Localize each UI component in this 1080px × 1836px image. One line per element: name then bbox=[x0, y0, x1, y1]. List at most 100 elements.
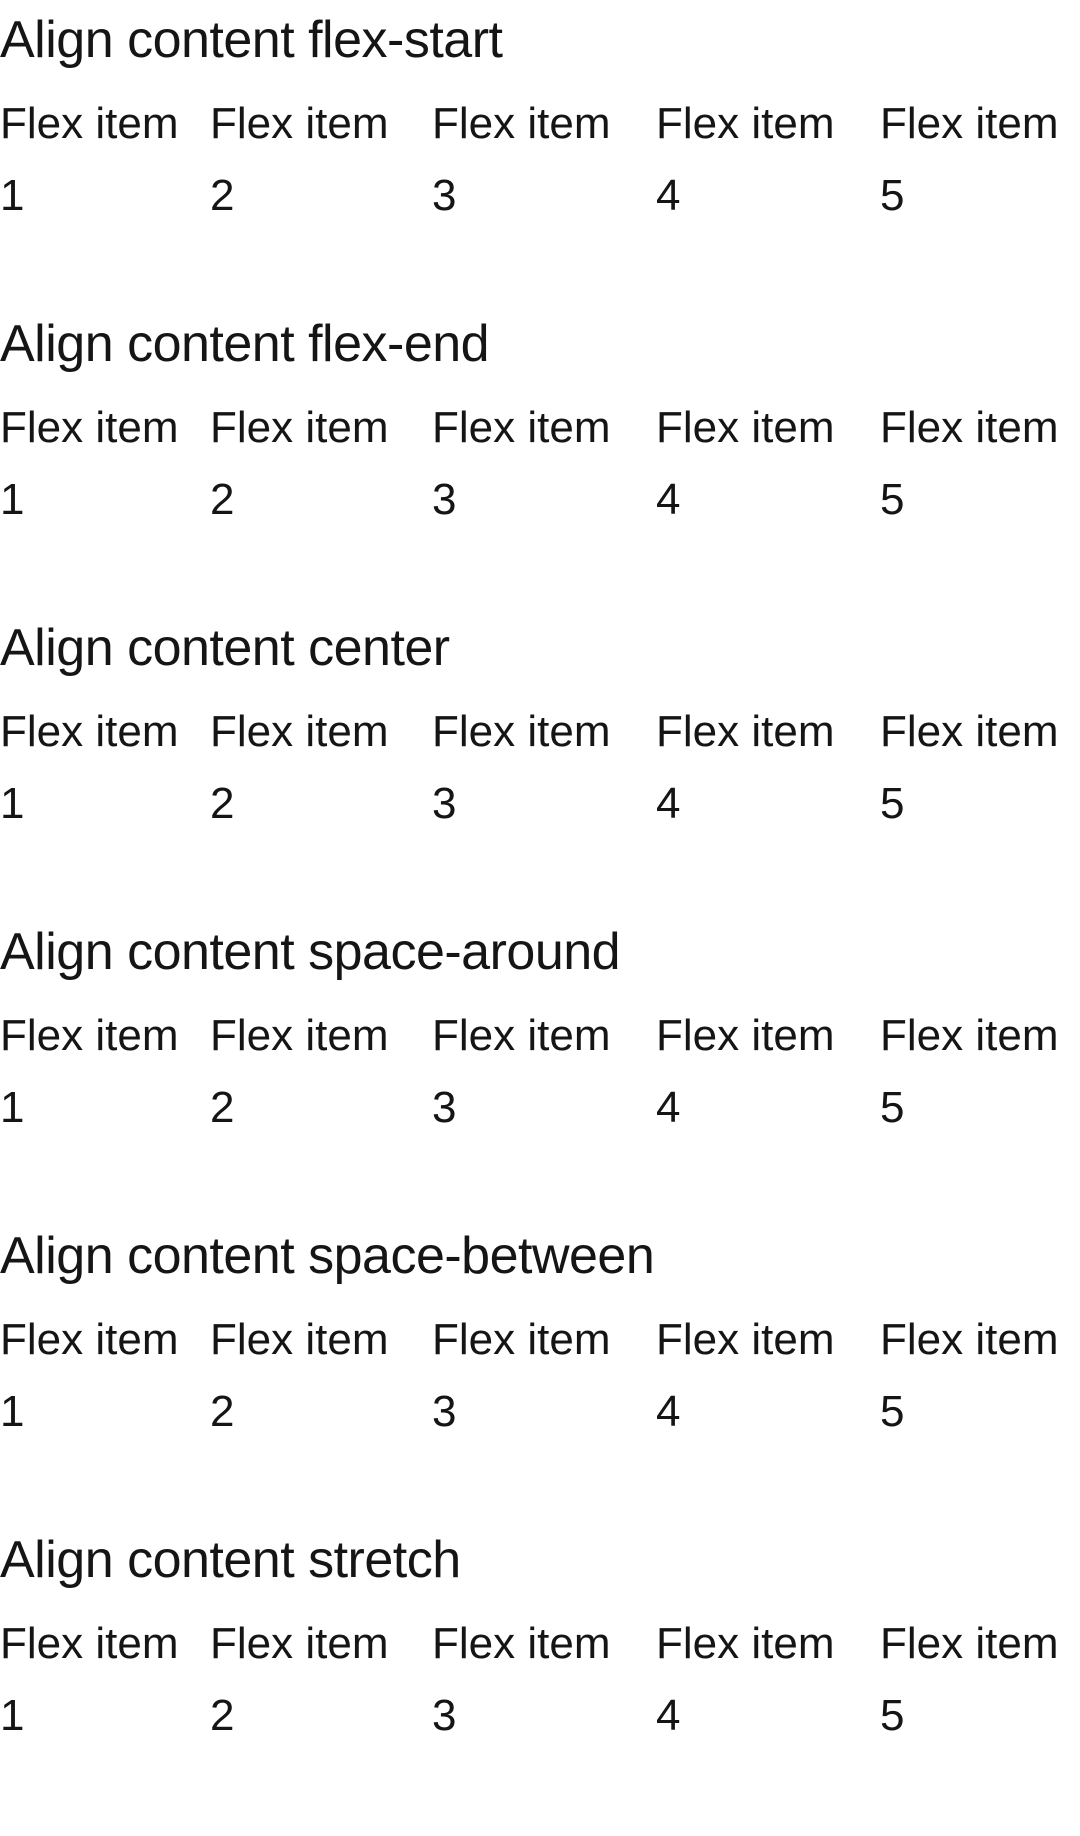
flex-item-label: Flex item bbox=[656, 1315, 835, 1364]
flex-item: Flex item 2 bbox=[210, 392, 420, 536]
flex-item: Flex item 3 bbox=[432, 1304, 642, 1448]
flex-item-number: 4 bbox=[656, 1083, 681, 1132]
flex-item-label: Flex item bbox=[880, 1315, 1059, 1364]
flex-item-label: Flex item bbox=[432, 1315, 611, 1364]
flex-item: Flex item 3 bbox=[432, 88, 642, 232]
flex-item-number: 3 bbox=[432, 1691, 457, 1740]
section-align-content-space-between: Align content space-between Flex item 1 F… bbox=[0, 1216, 1080, 1446]
section-title: Align content flex-end bbox=[0, 315, 490, 373]
flex-item-label: Flex item bbox=[0, 1619, 179, 1668]
flex-item: Flex item 5 bbox=[880, 1608, 1080, 1752]
flex-item: Flex item 1 bbox=[0, 1304, 210, 1448]
flex-container: Flex item 1 Flex item 2 Flex item 3 Flex it… bbox=[0, 1000, 1080, 1132]
flex-item-number: 2 bbox=[210, 475, 235, 524]
flex-item-label: Flex item bbox=[432, 99, 611, 148]
flex-item: Flex item 2 bbox=[210, 1000, 420, 1144]
flex-item-number: 1 bbox=[0, 171, 25, 220]
section-title: Align content center bbox=[0, 619, 450, 677]
flex-item: Flex item 4 bbox=[656, 1000, 866, 1144]
flex-item-label: Flex item bbox=[0, 403, 179, 452]
flex-item-number: 5 bbox=[880, 171, 905, 220]
flex-item-label: Flex item bbox=[0, 1011, 179, 1060]
flex-item: Flex item 2 bbox=[210, 1608, 420, 1752]
flex-item: Flex item 1 bbox=[0, 1000, 210, 1144]
flex-item-label: Flex item bbox=[210, 1619, 389, 1668]
section-align-content-center: Align content center Flex item 1 Flex ite… bbox=[0, 608, 1080, 838]
flex-item-number: 1 bbox=[0, 779, 25, 828]
flex-item: Flex item 3 bbox=[432, 696, 642, 840]
flex-item-label: Flex item bbox=[656, 1011, 835, 1060]
flex-container: Flex item 1 Flex item 2 Flex item 3 Flex it… bbox=[0, 392, 1080, 524]
flex-item: Flex item 1 bbox=[0, 392, 210, 536]
flex-item-label: Flex item bbox=[210, 403, 389, 452]
flex-item-label: Flex item bbox=[656, 403, 835, 452]
section-title: Align content space-between bbox=[0, 1227, 655, 1285]
flex-item: Flex item 2 bbox=[210, 1304, 420, 1448]
flex-item-label: Flex item bbox=[432, 403, 611, 452]
flex-item-label: Flex item bbox=[432, 1619, 611, 1668]
flex-item: Flex item 4 bbox=[656, 696, 866, 840]
section-align-content-flex-start: Align content flex-start Flex item 1 Flex… bbox=[0, 0, 1080, 230]
flex-item-number: 5 bbox=[880, 1691, 905, 1740]
section-align-content-space-around: Align content space-around Flex item 1 Fl… bbox=[0, 912, 1080, 1142]
flex-item-number: 3 bbox=[432, 1387, 457, 1436]
flex-item-number: 2 bbox=[210, 779, 235, 828]
flex-item-label: Flex item bbox=[656, 1619, 835, 1668]
flex-item-number: 5 bbox=[880, 779, 905, 828]
flex-container: Flex item 1 Flex item 2 Flex item 3 Flex it… bbox=[0, 696, 1080, 828]
flex-item-number: 2 bbox=[210, 1083, 235, 1132]
flex-container: Flex item 1 Flex item 2 Flex item 3 Flex it… bbox=[0, 88, 1080, 220]
flex-item: Flex item 5 bbox=[880, 1304, 1080, 1448]
flex-item-number: 3 bbox=[432, 171, 457, 220]
section-title: Align content space-around bbox=[0, 923, 621, 981]
flex-item-label: Flex item bbox=[0, 99, 179, 148]
flex-item: Flex item 4 bbox=[656, 392, 866, 536]
flex-item-number: 4 bbox=[656, 171, 681, 220]
flex-item-number: 4 bbox=[656, 1387, 681, 1436]
section-title: Align content flex-start bbox=[0, 11, 503, 69]
flex-item-number: 1 bbox=[0, 1691, 25, 1740]
flex-item: Flex item 2 bbox=[210, 88, 420, 232]
flex-item-label: Flex item bbox=[880, 403, 1059, 452]
flex-item-number: 5 bbox=[880, 475, 905, 524]
flex-item-number: 5 bbox=[880, 1083, 905, 1132]
flex-item: Flex item 3 bbox=[432, 1608, 642, 1752]
flex-layout-demo-page: Align content flex-start Flex item 1 Flex… bbox=[0, 0, 1080, 1836]
flex-item: Flex item 5 bbox=[880, 696, 1080, 840]
flex-item: Flex item 1 bbox=[0, 88, 210, 232]
flex-item-number: 3 bbox=[432, 779, 457, 828]
flex-item-label: Flex item bbox=[432, 707, 611, 756]
flex-item-label: Flex item bbox=[210, 1011, 389, 1060]
flex-item-label: Flex item bbox=[0, 1315, 179, 1364]
flex-item-label: Flex item bbox=[210, 707, 389, 756]
flex-item-label: Flex item bbox=[880, 99, 1059, 148]
flex-item-label: Flex item bbox=[880, 1011, 1059, 1060]
flex-item-label: Flex item bbox=[880, 1619, 1059, 1668]
flex-item-label: Flex item bbox=[432, 1011, 611, 1060]
flex-container: Flex item 1 Flex item 2 Flex item 3 Flex it… bbox=[0, 1304, 1080, 1436]
flex-item-label: Flex item bbox=[210, 1315, 389, 1364]
flex-item: Flex item 3 bbox=[432, 392, 642, 536]
flex-item-number: 3 bbox=[432, 1083, 457, 1132]
flex-item-number: 2 bbox=[210, 171, 235, 220]
flex-container: Flex item 1 Flex item 2 Flex item 3 Flex it… bbox=[0, 1608, 1080, 1740]
flex-item: Flex item 4 bbox=[656, 1304, 866, 1448]
flex-item-number: 4 bbox=[656, 1691, 681, 1740]
flex-item-number: 4 bbox=[656, 779, 681, 828]
flex-item-number: 2 bbox=[210, 1387, 235, 1436]
flex-item: Flex item 4 bbox=[656, 88, 866, 232]
flex-item: Flex item 5 bbox=[880, 1000, 1080, 1144]
section-title: Align content stretch bbox=[0, 1531, 461, 1589]
flex-item: Flex item 5 bbox=[880, 392, 1080, 536]
section-align-content-stretch: Align content stretch Flex item 1 Flex it… bbox=[0, 1520, 1080, 1750]
flex-item: Flex item 1 bbox=[0, 1608, 210, 1752]
flex-item-number: 3 bbox=[432, 475, 457, 524]
flex-item-label: Flex item bbox=[656, 707, 835, 756]
flex-item-number: 5 bbox=[880, 1387, 905, 1436]
flex-item-label: Flex item bbox=[880, 707, 1059, 756]
flex-item: Flex item 4 bbox=[656, 1608, 866, 1752]
flex-item: Flex item 5 bbox=[880, 88, 1080, 232]
flex-item: Flex item 2 bbox=[210, 696, 420, 840]
flex-item-number: 1 bbox=[0, 1387, 25, 1436]
flex-item-number: 1 bbox=[0, 1083, 25, 1132]
